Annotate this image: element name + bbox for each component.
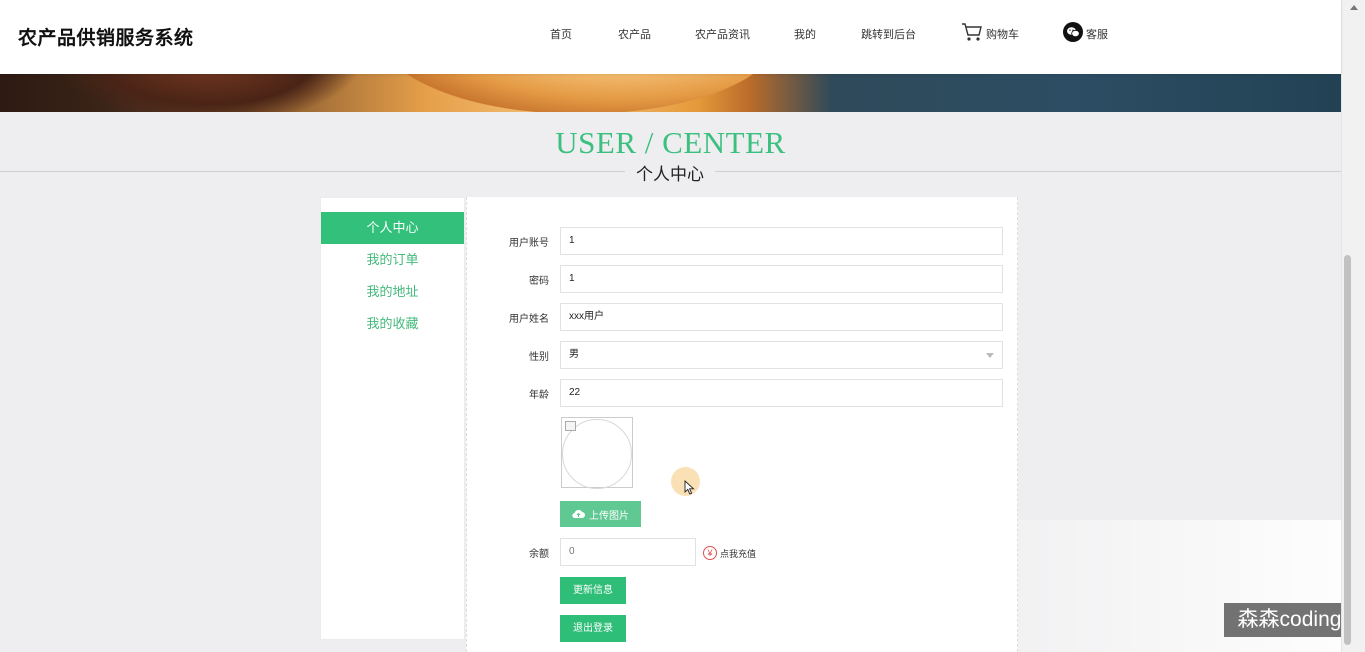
main-nav: 首页 农产品 农产品资讯 我的 跳转到后台 购物车 客服: [0, 0, 1341, 74]
page-title-zh: 个人中心: [625, 160, 715, 185]
password-label: 密码: [529, 276, 549, 287]
form-row-account: 用户账号 1: [467, 227, 1019, 255]
scroll-up-arrow-icon[interactable]: [1350, 5, 1358, 10]
name-input[interactable]: xxx用户: [560, 303, 1003, 331]
nav-admin[interactable]: 跳转到后台: [861, 26, 916, 42]
sidebar-item-orders[interactable]: 我的订单: [321, 244, 464, 276]
sidebar-item-favorites[interactable]: 我的收藏: [321, 308, 464, 340]
gender-select[interactable]: 男: [560, 341, 1003, 369]
recharge-label: 点我充值: [720, 548, 757, 559]
wechat-icon: [1063, 22, 1083, 42]
cloud-upload-icon: [572, 509, 585, 519]
logout-button[interactable]: 退出登录: [560, 615, 626, 642]
chevron-down-icon: [986, 353, 994, 358]
nav-cart-label: 购物车: [986, 29, 1019, 41]
age-label: 年龄: [529, 390, 549, 401]
nav-service[interactable]: 客服: [1063, 22, 1108, 42]
age-input[interactable]: 22: [560, 379, 1003, 407]
sidebar-item-profile[interactable]: 个人中心: [321, 212, 464, 244]
nav-mine[interactable]: 我的: [794, 26, 816, 42]
top-navbar: 农产品供销服务系统 首页 农产品 农产品资讯 我的 跳转到后台 购物车 客服: [0, 0, 1341, 74]
gender-value: 男: [569, 349, 579, 360]
gender-label: 性别: [529, 352, 549, 363]
upload-image-button[interactable]: 上传图片: [560, 501, 641, 527]
scrollbar-thumb[interactable]: [1344, 255, 1351, 645]
nav-home[interactable]: 首页: [550, 26, 572, 42]
cart-icon: [962, 23, 982, 41]
form-row-password: 密码 1: [467, 265, 1019, 293]
broken-image-icon: [565, 421, 576, 431]
nav-news[interactable]: 农产品资讯: [695, 26, 750, 42]
form-row-gender: 性别 男: [467, 341, 1019, 369]
banner-shape-dark: [60, 74, 360, 112]
nav-cart[interactable]: 购物车: [961, 22, 1019, 42]
nav-service-label: 客服: [1086, 29, 1108, 41]
page-scrollbar[interactable]: [1341, 0, 1365, 652]
profile-form-panel: 用户账号 1 密码 1 用户姓名 xxx用户 性别 男 年龄 22 上传图片 余…: [466, 197, 1018, 652]
form-row-age: 年龄 22: [467, 379, 1019, 407]
recharge-link[interactable]: ¥ 点我充值: [703, 546, 756, 560]
nav-products[interactable]: 农产品: [618, 26, 651, 42]
user-sidebar: 个人中心 我的订单 我的地址 我的收藏: [320, 197, 465, 640]
sidebar-item-address[interactable]: 我的地址: [321, 276, 464, 308]
page-title-en: USER / CENTER: [555, 125, 786, 160]
balance-input: 0: [560, 538, 696, 566]
password-input[interactable]: 1: [560, 265, 1003, 293]
form-row-name: 用户姓名 xxx用户: [467, 303, 1019, 331]
watermark: 森森coding: [1224, 603, 1355, 637]
account-input[interactable]: 1: [560, 227, 1003, 255]
avatar-preview: [561, 417, 633, 489]
balance-label: 余额: [529, 549, 549, 560]
mouse-cursor-icon: [684, 480, 695, 495]
update-info-button[interactable]: 更新信息: [560, 577, 626, 604]
account-label: 用户账号: [509, 238, 549, 249]
upload-button-label: 上传图片: [589, 510, 629, 522]
name-label: 用户姓名: [509, 314, 549, 325]
yen-icon: ¥: [703, 546, 717, 560]
banner-orange-slice: [380, 74, 780, 112]
hero-banner: [0, 74, 1341, 112]
